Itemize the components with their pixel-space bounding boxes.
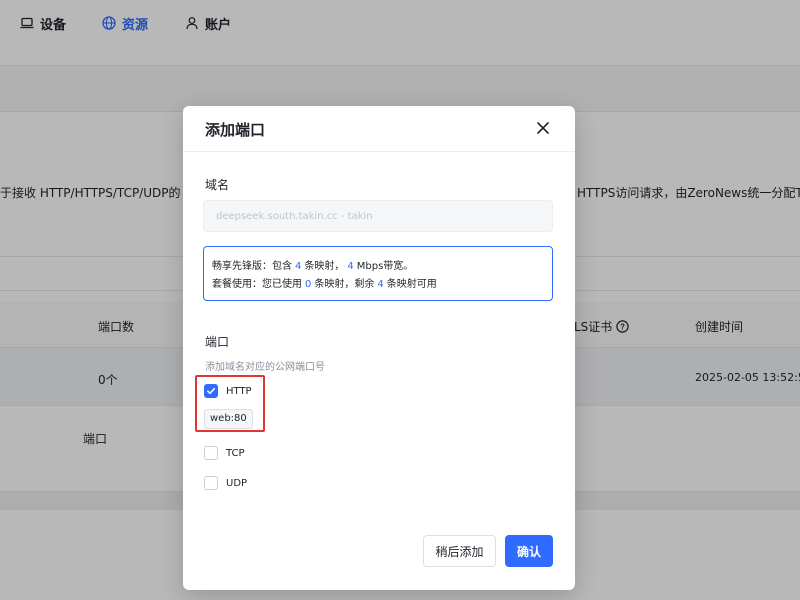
checkbox-unchecked[interactable] [204,476,218,490]
confirm-button[interactable]: 确认 [505,535,553,567]
bandwidth-value: 4 [347,261,354,272]
dialog-header: 添加端口 [183,106,575,152]
plan-info-box: 畅享先锋版：包含 4 条映射， 4 Mbps带宽。 套餐使用：您已使用 0 条映射，剩余 4 条… [203,246,553,301]
plan-info-text: Mbps带宽。 [356,261,414,272]
remaining-count: 4 [377,279,384,290]
domain-input[interactable] [203,200,553,232]
port-label: 端口 [205,335,230,349]
plan-info-line-1: 畅享先锋版：包含 4 条映射， 4 Mbps带宽。 [212,258,544,276]
port-tag-web-80[interactable]: web:80 [204,409,253,429]
checkbox-checked[interactable] [204,384,218,398]
add-later-button[interactable]: 稍后添加 [423,535,496,567]
checkbox-unchecked[interactable] [204,446,218,460]
close-icon[interactable] [535,120,551,136]
used-count: 0 [305,279,312,290]
port-hint: 添加域名对应的公网端口号 [205,362,325,373]
protocol-label: HTTP [226,385,252,397]
plan-info-text: 畅享先锋版：包含 [212,261,292,272]
plan-info-text: 条映射，剩余 [314,279,375,290]
dialog-title: 添加端口 [205,121,266,139]
domain-label: 域名 [205,178,230,192]
protocol-checkbox-tcp[interactable]: TCP [204,446,245,460]
plan-info-text: 条映射可用 [386,279,437,290]
protocol-checkbox-udp[interactable]: UDP [204,476,247,490]
protocol-checkbox-http[interactable]: HTTP [204,384,252,398]
protocol-label: TCP [226,447,245,459]
mapping-count: 4 [295,261,302,272]
check-icon [207,387,216,395]
plan-info-text: 套餐使用：您已使用 [212,279,302,290]
plan-info-text: 条映射， [304,261,345,272]
plan-info-line-2: 套餐使用：您已使用 0 条映射，剩余 4 条映射可用 [212,276,544,294]
add-port-dialog: 添加端口 域名 畅享先锋版：包含4条映射，4Mbps带宽。 套餐使用：您已使用0… [183,106,575,590]
protocol-label: UDP [226,477,248,489]
